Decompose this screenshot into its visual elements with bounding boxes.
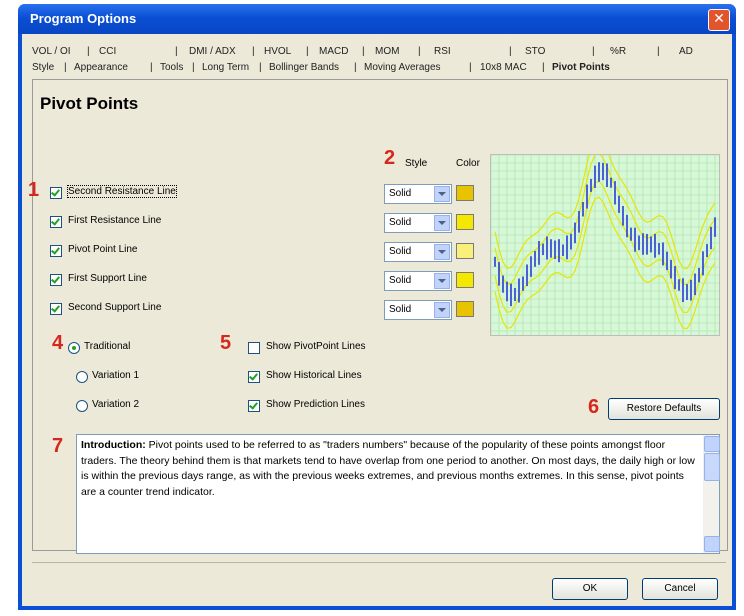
callout-6: 6 [588,396,600,418]
color-column-header: Color [456,158,480,169]
tab-hvol[interactable]: HVOL [264,46,291,57]
show-historical-lines-checkbox[interactable] [248,371,260,383]
scroll-thumb[interactable] [704,453,720,481]
radio-label-variation-2: Variation 2 [92,399,140,410]
line-color-swatch[interactable] [456,272,474,288]
dialog-client-area: VOL / OI | CCI | DMI / ADX | HVOL | MACD… [22,34,732,606]
introduction-textbox[interactable]: Introduction: Pivot points used to be re… [76,434,720,554]
tab-mom[interactable]: MOM [375,46,399,57]
program-options-window: Program Options ✕ VOL / OI | CCI | DMI /… [18,4,736,610]
pivot-band-line [494,136,716,270]
show-pivotpoint-lines-checkbox[interactable] [248,342,260,354]
line-style-value: Solid [389,246,412,257]
scroll-down-button[interactable] [704,536,720,552]
tab-williams-r[interactable]: %R [610,46,626,57]
show-prediction-lines-checkbox[interactable] [248,400,260,412]
line-style-value: Solid [389,275,412,286]
restore-defaults-button[interactable]: Restore Defaults [608,398,720,420]
intro-scrollbar[interactable] [703,435,720,553]
tab-macd[interactable]: MACD [319,46,348,57]
tab-pivot-points[interactable]: Pivot Points [552,62,610,73]
line-style-value: Solid [389,304,412,315]
chevron-down-icon [434,186,450,202]
window-title: Program Options [30,11,137,26]
line-color-swatch[interactable] [456,243,474,259]
tab-row-2: Style | Appearance | Tools | Long Term |… [32,62,610,73]
tab-tools[interactable]: Tools [160,62,183,73]
line-label: First Support Line [68,273,147,284]
line-checkbox[interactable] [50,216,62,228]
chevron-down-icon [434,244,450,260]
line-style-select[interactable]: Solid [384,242,452,262]
radio-label-variation-1: Variation 1 [92,370,140,381]
radio-label-traditional: Traditional [84,341,131,352]
line-style-value: Solid [389,217,412,228]
introduction-text: Introduction: Pivot points used to be re… [81,438,699,500]
tab-style[interactable]: Style [32,62,54,73]
preview-chart-svg [490,136,719,335]
tab-moving-averages[interactable]: Moving Averages [364,62,441,73]
scroll-up-button[interactable] [704,436,720,452]
line-color-swatch[interactable] [456,185,474,201]
tab-rsi[interactable]: RSI [434,46,451,57]
tab-cci[interactable]: CCI [99,46,116,57]
line-color-swatch[interactable] [456,214,474,230]
chevron-down-icon [434,302,450,318]
title-bar[interactable]: Program Options ✕ [18,4,736,34]
tab-bollinger-bands[interactable]: Bollinger Bands [269,62,339,73]
tab-appearance[interactable]: Appearance [74,62,128,73]
line-color-swatch[interactable] [456,301,474,317]
tab-sto[interactable]: STO [525,46,545,57]
ok-button[interactable]: OK [552,578,628,600]
introduction-heading: Introduction: [81,439,146,451]
introduction-body: Pivot points used to be referred to as "… [81,439,695,498]
chevron-down-icon [434,215,450,231]
tab-ad[interactable]: AD [679,46,693,57]
pivot-preview-chart [490,136,720,336]
tab-10x8-mac[interactable]: 10x8 MAC [480,62,527,73]
pivot-band-line [494,196,716,330]
cancel-button[interactable]: Cancel [642,578,718,600]
tab-vol-oi[interactable]: VOL / OI [32,46,71,57]
footer-divider [32,562,726,563]
show-prediction-lines-label: Show Prediction Lines [266,399,365,410]
callout-5: 5 [220,332,232,354]
line-label: Pivot Point Line [68,244,138,255]
line-style-select[interactable]: Solid [384,184,452,204]
show-pivotpoint-lines-label: Show PivotPoint Lines [266,341,366,352]
line-style-select[interactable]: Solid [384,300,452,320]
style-column-header: Style [405,158,428,169]
tab-dmi-adx[interactable]: DMI / ADX [189,46,236,57]
radio-variation-2[interactable] [76,400,88,412]
callout-4: 4 [52,332,64,354]
show-historical-lines-label: Show Historical Lines [266,370,362,381]
line-style-value: Solid [389,188,412,199]
tab-row-1: VOL / OI | CCI | DMI / ADX | HVOL | MACD… [32,46,693,57]
tab-long-term[interactable]: Long Term [202,62,249,73]
close-button[interactable]: ✕ [708,9,730,31]
line-label: First Resistance Line [68,215,162,226]
line-checkbox[interactable] [50,245,62,257]
chevron-down-icon [434,273,450,289]
line-label: Second Support Line [68,302,162,313]
line-checkbox[interactable] [50,187,62,199]
line-style-select[interactable]: Solid [384,213,452,233]
callout-7: 7 [52,435,64,457]
radio-traditional[interactable] [68,342,80,354]
callout-2: 2 [384,147,396,169]
line-checkbox[interactable] [50,274,62,286]
callout-1: 1 [28,179,40,201]
pivot-band-line [494,180,716,314]
line-style-select[interactable]: Solid [384,271,452,291]
line-checkbox[interactable] [50,303,62,315]
line-label: Second Resistance Line [67,185,177,198]
radio-variation-1[interactable] [76,371,88,383]
page-title: Pivot Points [40,94,139,113]
